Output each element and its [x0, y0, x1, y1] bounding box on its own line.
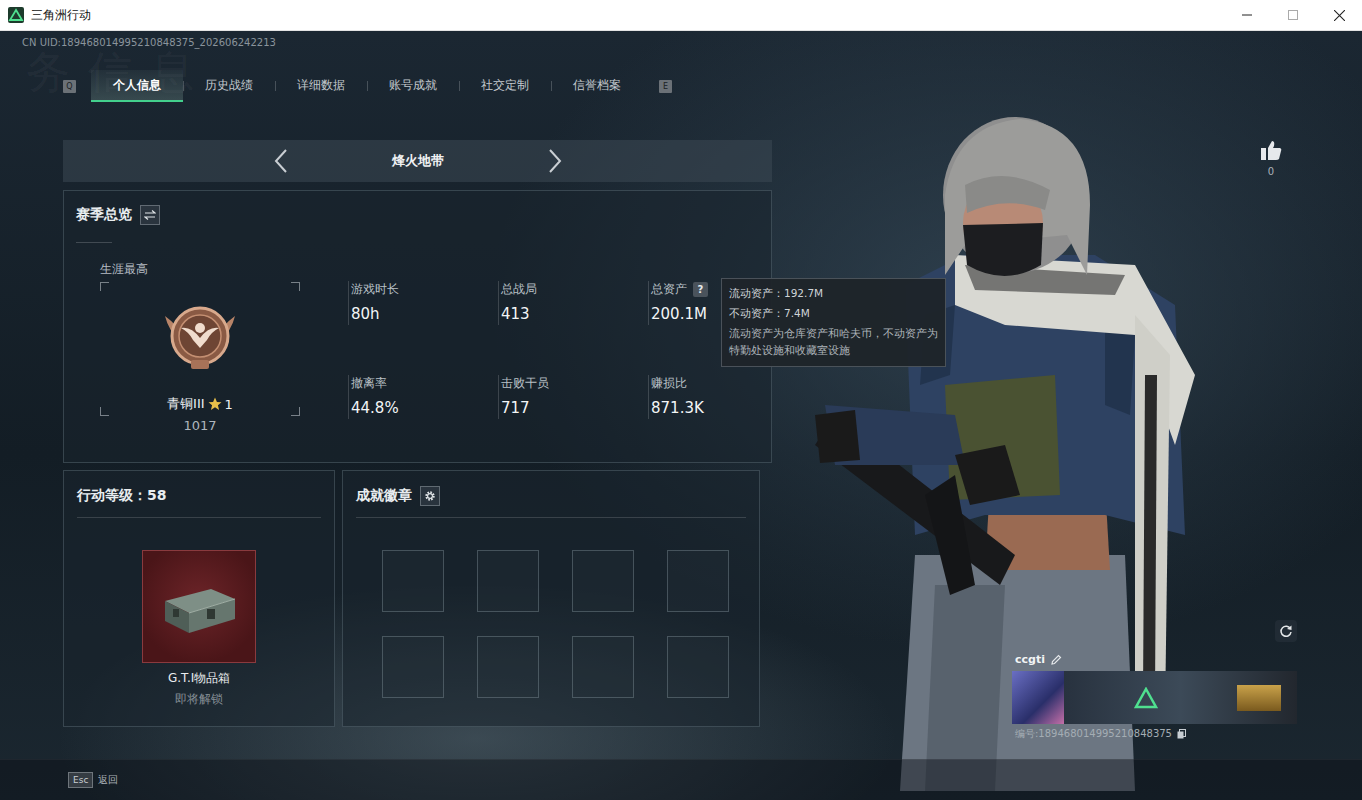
tab[interactable]: 个人信息	[91, 70, 183, 102]
season-title: 赛季总览	[76, 206, 132, 224]
refresh-button[interactable]	[1275, 620, 1297, 642]
close-button[interactable]	[1316, 0, 1362, 30]
achievement-panel: 成就徽章	[342, 470, 760, 727]
minimize-button[interactable]	[1224, 0, 1270, 30]
achievement-title: 成就徽章	[356, 487, 412, 505]
crate-icon	[159, 579, 239, 635]
swap-button[interactable]	[140, 205, 160, 225]
bronze-rank-medal-icon	[159, 298, 241, 372]
badge-slot[interactable]	[667, 550, 729, 612]
season-overview: 赛季总览生涯最高青铜III11017游戏时长80h总战局413总资产?200.1…	[63, 190, 772, 463]
back-label[interactable]: 返回	[98, 773, 118, 787]
tab[interactable]: 历史战绩	[183, 70, 275, 102]
esc-key[interactable]: Esc	[68, 772, 93, 788]
stat-label: 击败干员	[501, 375, 549, 392]
badge-slot[interactable]	[667, 636, 729, 698]
badge-slot[interactable]	[382, 550, 444, 612]
stat: 游戏时长 80h	[348, 281, 498, 325]
player-id: 编号:189468014995210848375	[1015, 727, 1172, 741]
stat-value: 80h	[351, 305, 498, 323]
title-bar: 三角洲行动	[0, 0, 1362, 31]
minimize-icon	[1242, 10, 1252, 20]
likes[interactable]: 0	[1258, 139, 1284, 177]
rank-name: 青铜III	[167, 395, 205, 413]
tab-bar: Q 个人信息历史战绩详细数据账号成就社交定制信誉档案 E	[63, 70, 760, 102]
rank-score: 1017	[100, 418, 300, 433]
badge-slot[interactable]	[572, 636, 634, 698]
stat-label: 游戏时长	[351, 281, 399, 298]
profile-card: ccgti 编号:189468014995210848375	[1012, 651, 1297, 741]
tab[interactable]: 信誉档案	[551, 70, 643, 102]
reward-name: G.T.I物品箱	[168, 670, 230, 687]
stat: 总战局 413	[498, 281, 648, 325]
stat-label: 撤离率	[351, 375, 387, 392]
banner-art	[1064, 671, 1297, 724]
uid-text: CN UID:189468014995210848375_20260624221…	[0, 31, 760, 49]
badge-slot[interactable]	[572, 550, 634, 612]
copy-icon[interactable]	[1177, 729, 1186, 739]
assets-tooltip: 流动资产：192.7M不动资产：7.4M流动资产为仓库资产和哈夫币，不动资产为特…	[721, 278, 946, 367]
badge-slot[interactable]	[477, 550, 539, 612]
level-panel: 行动等级：58 G.T.I物品箱即将解锁	[63, 470, 335, 727]
stat-label: 总战局	[501, 281, 537, 298]
thumbs-up-icon	[1260, 139, 1282, 161]
game-screen: 务信息0ccgti编号:189468014995210848375CN UID:…	[0, 31, 1362, 800]
stat-label: 总资产	[651, 281, 687, 298]
tab[interactable]: 社交定制	[459, 70, 551, 102]
tab[interactable]: 详细数据	[275, 70, 367, 102]
close-icon	[1334, 10, 1345, 21]
stat-value: 44.8%	[351, 399, 498, 417]
window-title: 三角洲行动	[31, 7, 91, 24]
help-button[interactable]: ?	[693, 282, 708, 297]
badge-slot[interactable]	[382, 636, 444, 698]
stat-value: 717	[501, 399, 648, 417]
tab[interactable]: 账号成就	[367, 70, 459, 102]
refresh-icon	[1279, 624, 1293, 638]
bottom-bar: Esc 返回	[0, 759, 1362, 800]
stat: 赚损比 871.3K	[648, 375, 798, 419]
avatar	[1012, 671, 1064, 724]
maximize-button[interactable]	[1270, 0, 1316, 30]
settings-button[interactable]	[420, 486, 440, 506]
likes-count: 0	[1268, 166, 1274, 177]
mode-selector: 烽火地带	[63, 140, 772, 182]
swap-icon	[144, 210, 156, 220]
level-title: 行动等级：58	[77, 487, 166, 505]
tooltip-line: 不动资产：7.4M	[729, 303, 938, 323]
tooltip-note: 流动资产为仓库资产和哈夫币，不动资产为特勤处设施和收藏室设施	[729, 325, 938, 359]
next-tab-key[interactable]: E	[659, 80, 672, 93]
mode-label: 烽火地带	[392, 152, 444, 170]
career-label: 生涯最高	[100, 262, 348, 276]
badge-slot[interactable]	[477, 636, 539, 698]
rank-stars: 1	[225, 397, 233, 412]
stat-value: 871.3K	[651, 399, 798, 417]
career-best: 生涯最高青铜III 1 1017	[76, 262, 348, 433]
stat: 撤离率 44.8%	[348, 375, 498, 419]
edit-icon[interactable]	[1051, 654, 1062, 665]
chevron-left-icon[interactable]	[274, 149, 288, 173]
name-card-banner	[1012, 671, 1297, 724]
reward-item[interactable]	[142, 550, 256, 663]
player-name: ccgti	[1015, 653, 1045, 666]
prev-tab-key[interactable]: Q	[63, 80, 76, 93]
tooltip-line: 流动资产：192.7M	[729, 283, 938, 303]
delta-logo-icon	[1134, 687, 1158, 709]
chevron-right-icon[interactable]	[548, 149, 562, 173]
app-logo-icon	[8, 7, 24, 23]
app-window: 三角洲行动务信息0ccgti编号:189468014995210848375CN…	[0, 0, 1362, 800]
content: CN UID:189468014995210848375_20260624221…	[0, 31, 760, 727]
maximize-icon	[1288, 10, 1298, 20]
reward-status: 即将解锁	[175, 691, 223, 708]
gear-icon	[424, 490, 436, 502]
stat-label: 赚损比	[651, 375, 687, 392]
stat: 击败干员 717	[498, 375, 648, 419]
stat-value: 413	[501, 305, 648, 323]
star-icon	[208, 397, 222, 411]
